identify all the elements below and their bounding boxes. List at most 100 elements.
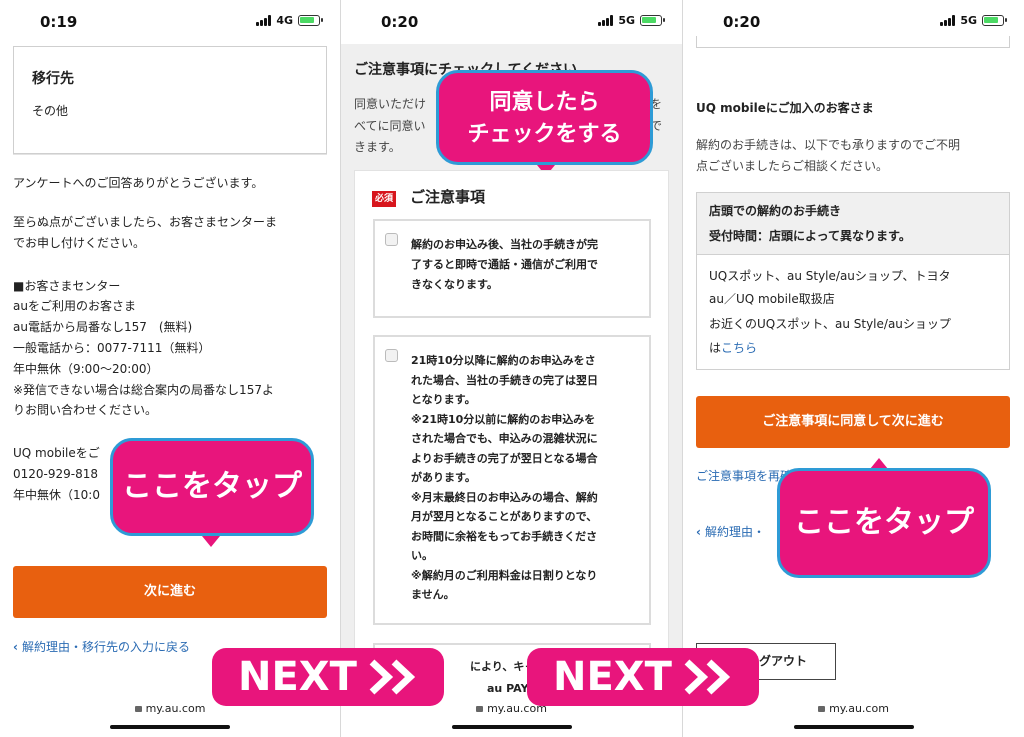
status-time: 0:20: [723, 13, 761, 31]
note-line: 解約のお申込み後、当社の手続きが完: [411, 238, 598, 251]
signal-icon: [940, 15, 956, 26]
text-line: au電話から局番なし157 (無料): [13, 320, 193, 334]
section-heading: UQ mobileにご加入のお客さま: [696, 101, 874, 115]
signal-icon: [256, 15, 272, 26]
network-type: 4G: [276, 14, 293, 27]
next-arrow-banner: NEXT: [212, 648, 444, 706]
double-chevron-right-icon: [369, 659, 416, 695]
back-link-label: 解約理由・: [704, 525, 765, 539]
text-line: 一般電話から：0077-7111（無料）: [13, 341, 211, 355]
store-line: au／UQ mobile取扱店: [709, 292, 835, 306]
store-box-title: 店頭での解約のお手続き: [709, 204, 842, 218]
note-item-time-cutoff[interactable]: 21時10分以降に解約のお申込みをさ れた場合、当社の手続きの完了は翌日 となり…: [373, 335, 651, 625]
lock-icon: [476, 706, 484, 712]
destination-value: その他: [32, 104, 69, 118]
network-type: 5G: [960, 14, 977, 27]
notes-title: ご注意事項: [410, 188, 486, 206]
intro-line: 解約のお手続きは、以下でも承りますのでご不明: [696, 138, 961, 152]
store-line: はこちら: [709, 338, 757, 358]
back-link[interactable]: ‹ 解約理由・移行先の入力に戻る: [13, 637, 190, 657]
text-line: アンケートへのご回答ありがとうございます。: [13, 176, 264, 190]
note-line: があります。: [411, 471, 476, 484]
note-line: 了すると即時で通話・通信がご利用で: [411, 258, 598, 271]
intro-line: 同意いただけ: [354, 97, 427, 111]
note-line: となります。: [411, 393, 476, 406]
note-line: お時間に余裕をもってお手続きくださ: [411, 530, 598, 543]
previous-card-bottom: [696, 36, 1010, 48]
store-box-header: 店頭での解約のお手続き 受付時間：店頭によって異なります。: [697, 193, 1009, 255]
signal-icon: [598, 15, 614, 26]
bubble-tail: [202, 536, 220, 547]
lock-icon: [134, 706, 142, 712]
note-line: よりお手続きの完了が翌日となる場合: [411, 452, 598, 465]
store-procedure-box: 店頭での解約のお手続き 受付時間：店頭によって異なります。 UQスポット、au …: [696, 192, 1010, 370]
home-indicator: [110, 725, 230, 729]
store-line-prefix: は: [709, 341, 722, 355]
store-line: お近くのUQスポット、au Style/auショップ: [709, 317, 951, 331]
note-line: された場合でも、申込みの混雑状況に: [411, 432, 598, 445]
text-line: りお問い合わせください。: [13, 403, 158, 417]
text-line: 0120-929-818: [13, 467, 99, 481]
bubble-text: チェックをする: [467, 122, 622, 147]
lock-icon: [818, 706, 826, 712]
battery-charging-icon: [640, 15, 665, 26]
screen-survey-complete: 0:19 4G 移行先 その他 アンケートへのご回答ありがとうございます。 至ら…: [0, 0, 340, 737]
next-label: NEXT: [553, 654, 672, 700]
note-line: 21時10分以降に解約のお申込みをさ: [411, 354, 596, 367]
chevron-left-icon: ‹: [696, 525, 701, 539]
screen-notes-check: 0:20 5G ご注意事項にチェックしてください 同意いただけ べてに同意い き…: [341, 0, 682, 737]
chevron-left-icon: ‹: [13, 640, 18, 654]
network-type: 5G: [618, 14, 635, 27]
text-line: ■お客さまセンター: [13, 279, 121, 293]
tap-here-bubble: ここをタップ: [777, 468, 991, 578]
text-line: でお申し付けください。: [13, 236, 146, 250]
agree-and-next-button[interactable]: ご注意事項に同意して次に進む: [696, 396, 1010, 448]
url-text: my.au.com: [145, 702, 206, 715]
store-finder-link[interactable]: こちら: [721, 341, 757, 355]
next-label: NEXT: [238, 654, 357, 700]
status-time: 0:19: [40, 13, 78, 31]
store-box-hours: 受付時間：店頭によって異なります。: [709, 229, 911, 243]
next-button[interactable]: 次に進む: [13, 566, 327, 618]
agree-check-bubble: 同意したら チェックをする: [436, 70, 653, 165]
screen-uq-mobile-info: 0:20 5G UQ mobileにご加入のお客さま 解約のお手続きは、以下でも…: [683, 0, 1024, 737]
text-line: 至らぬ点がございましたら、お客さまセンターま: [13, 215, 278, 229]
note-line: ※21時10分以前に解約のお申込みを: [411, 413, 596, 426]
text-line: auをご利用のお客さま: [13, 299, 136, 313]
text-line: ※発信できない場合は総合案内の局番なし157よ: [13, 383, 274, 397]
status-time: 0:20: [381, 13, 419, 31]
destination-card: 移行先 その他: [13, 46, 327, 154]
back-link[interactable]: ‹ 解約理由・: [696, 522, 765, 542]
home-indicator: [451, 725, 572, 729]
notes-panel: 必須 ご注意事項 解約のお申込み後、当社の手続きが完 了すると即時で通話・通信が…: [354, 170, 669, 713]
required-badge: 必須: [372, 191, 397, 207]
double-chevron-right-icon: [684, 659, 731, 695]
text-line: 年中無休（10:0: [13, 488, 100, 502]
battery-charging-icon: [298, 15, 323, 26]
tap-here-bubble: ここをタップ: [110, 438, 314, 536]
store-line: UQスポット、au Style/auショップ、トヨタ: [709, 269, 951, 283]
battery-charging-icon: [982, 15, 1007, 26]
text-line: 年中無休（9:00〜20:00）: [13, 362, 159, 376]
note-item-immediate-stop[interactable]: 解約のお申込み後、当社の手続きが完 了すると即時で通話・通信がご利用で きなくな…: [373, 219, 651, 318]
note-line: 月が翌月となることがありますので、: [411, 510, 598, 523]
note-line: ※解約月のご利用料金は日割りとなり: [411, 569, 598, 582]
note-line: ません。: [411, 588, 455, 601]
agree-button-label: ご注意事項に同意して次に進む: [762, 414, 944, 429]
note-checkbox[interactable]: [385, 349, 398, 362]
note-line: により、キャ: [470, 660, 536, 673]
bubble-text: ここをタップ: [122, 469, 302, 504]
url-text: my.au.com: [829, 702, 889, 715]
status-bar: 0:20 5G: [341, 0, 682, 44]
note-checkbox[interactable]: [385, 233, 398, 246]
next-arrow-banner: NEXT: [527, 648, 759, 706]
intro-line: 点ございましたらご相談ください。: [696, 159, 889, 173]
note-line: ※月末最終日のお申込みの場合、解約: [411, 491, 598, 504]
text-line: UQ mobileをご: [13, 446, 100, 460]
status-bar: 0:19 4G: [0, 0, 340, 44]
note-line: れた場合、当社の手続きの完了は翌日: [411, 374, 598, 387]
bubble-text: ここをタップ: [794, 505, 974, 540]
note-line: きなくなります。: [411, 278, 498, 291]
back-link-label: 解約理由・移行先の入力に戻る: [21, 640, 190, 654]
intro-line: きます。: [354, 140, 401, 154]
